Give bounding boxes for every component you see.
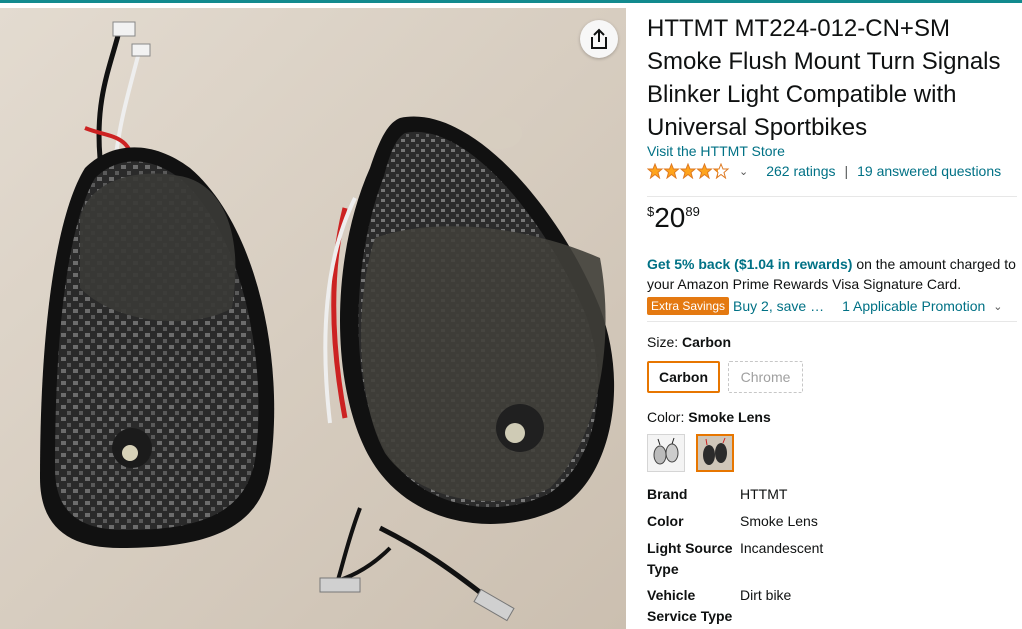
buy-2-save-link[interactable]: Buy 2, save … (733, 298, 824, 314)
answered-questions-link[interactable]: 19 answered questions (857, 163, 1001, 179)
product-title: HTTMT MT224-012-CN+SM Smoke Flush Mount … (647, 15, 1001, 141)
spec-key: Vehicle Service Type (647, 587, 733, 624)
product-specs: Brand HTTMT Color Smoke Lens Light Sourc… (647, 484, 1017, 627)
chevron-down-icon[interactable]: ⌄ (739, 165, 748, 178)
swatch-thumbnail (698, 436, 732, 470)
price: $2089 (647, 202, 700, 234)
top-accent-line (0, 0, 1022, 3)
star-icon (647, 163, 730, 179)
spec-row: Brand HTTMT (647, 484, 1017, 511)
share-button[interactable] (580, 20, 618, 58)
spec-row: Color Smoke Lens (647, 511, 1017, 538)
color-swatch-chrome[interactable] (647, 434, 685, 472)
size-option-chrome[interactable]: Chrome (728, 361, 803, 393)
color-label: Color: Smoke Lens (647, 409, 771, 425)
share-icon (591, 28, 607, 49)
product-info: HTTMT MT224-012-CN+SM Smoke Flush Mount … (647, 12, 1017, 624)
spec-row: Light Source Type Incandescent (647, 538, 1017, 585)
product-photo (0, 8, 626, 629)
divider (647, 321, 1017, 322)
rating-row: ⌄ 262 ratings | 19 answered questions (647, 163, 1015, 179)
swatch-thumbnail (648, 435, 684, 471)
spec-row: Vehicle Service Type Dirt bike (647, 585, 1017, 627)
color-label-text: Color: (647, 409, 685, 425)
product-image[interactable] (0, 8, 626, 629)
ratings-count-link[interactable]: 262 ratings (766, 163, 835, 179)
spec-key: Brand (647, 486, 688, 502)
store-link[interactable]: Visit the HTTMT Store (647, 143, 785, 159)
chevron-down-icon[interactable]: ⌄ (993, 300, 1002, 313)
rewards-link[interactable]: Get 5% back ($1.04 in rewards) (647, 256, 852, 272)
divider (647, 196, 1017, 197)
size-selected: Carbon (682, 334, 732, 350)
applicable-promotion-link[interactable]: 1 Applicable Promotion (842, 298, 985, 314)
separator: | (844, 163, 849, 179)
rewards-offer: Get 5% back ($1.04 in rewards) on the am… (647, 254, 1017, 294)
spec-value: Smoke Lens (740, 513, 818, 529)
price-fraction: 89 (685, 204, 700, 219)
promo-row: Extra Savings Buy 2, save … 1 Applicable… (647, 297, 1017, 315)
spec-key: Color (647, 513, 684, 529)
price-symbol: $ (647, 204, 655, 219)
color-selected: Smoke Lens (688, 409, 771, 425)
price-whole: 20 (654, 202, 686, 233)
size-label-text: Size: (647, 334, 679, 350)
star-rating[interactable] (647, 163, 731, 179)
spec-value: HTTMT (740, 486, 788, 502)
extra-savings-badge: Extra Savings (647, 297, 730, 315)
spec-value: Dirt bike (740, 587, 792, 603)
size-option-carbon[interactable]: Carbon (647, 361, 720, 393)
spec-key: Light Source Type (647, 540, 733, 577)
color-swatch-smoke-lens[interactable] (696, 434, 734, 472)
spec-value: Incandescent (740, 540, 824, 556)
size-label: Size: Carbon (647, 334, 731, 350)
